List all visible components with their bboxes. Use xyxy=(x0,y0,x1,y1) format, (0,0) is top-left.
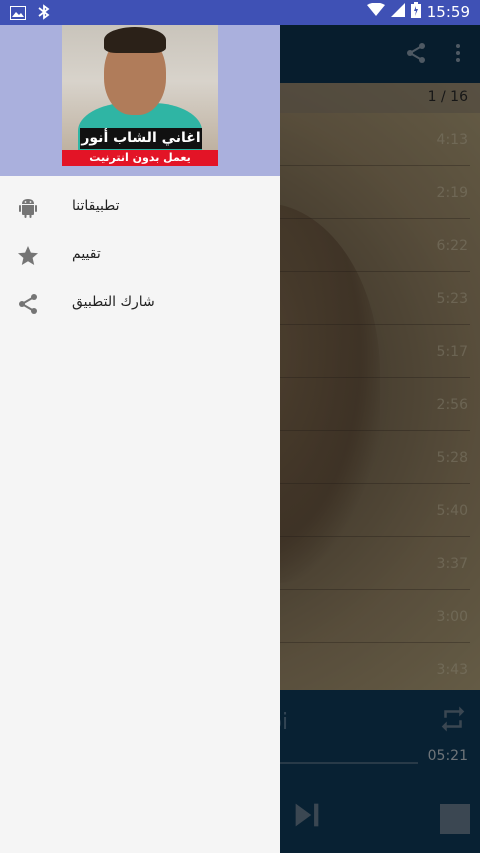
menu-item-share-app[interactable]: شارك التطبيق xyxy=(0,280,280,328)
menu-item-label: تطبيقاتنا xyxy=(72,198,120,214)
menu-item-rate[interactable]: تقييم xyxy=(0,232,280,280)
drawer-menu: تطبيقاتنا تقييم شارك التطبيق xyxy=(0,184,280,328)
wifi-icon xyxy=(366,2,385,21)
image-icon xyxy=(10,5,26,24)
header-subtitle: يعمل بدون انترنيت xyxy=(62,150,218,166)
drawer-header: اغاني الشاب أنور يعمل بدون انترنيت xyxy=(0,25,280,176)
status-bar: 15:59 xyxy=(0,0,480,25)
bluetooth-icon xyxy=(36,4,52,24)
star-icon xyxy=(16,244,40,268)
clock: 15:59 xyxy=(426,3,470,21)
battery-icon xyxy=(410,2,421,22)
signal-icon xyxy=(390,3,405,21)
menu-item-label: شارك التطبيق xyxy=(72,294,155,310)
header-title: اغاني الشاب أنور xyxy=(80,128,202,149)
menu-item-our-apps[interactable]: تطبيقاتنا xyxy=(0,184,280,232)
navigation-drawer: اغاني الشاب أنور يعمل بدون انترنيت تطبيق… xyxy=(0,25,280,853)
header-artist-photo: اغاني الشاب أنور يعمل بدون انترنيت xyxy=(62,25,218,166)
menu-item-label: تقييم xyxy=(72,246,101,262)
android-icon xyxy=(16,196,40,220)
share-icon xyxy=(16,292,40,316)
